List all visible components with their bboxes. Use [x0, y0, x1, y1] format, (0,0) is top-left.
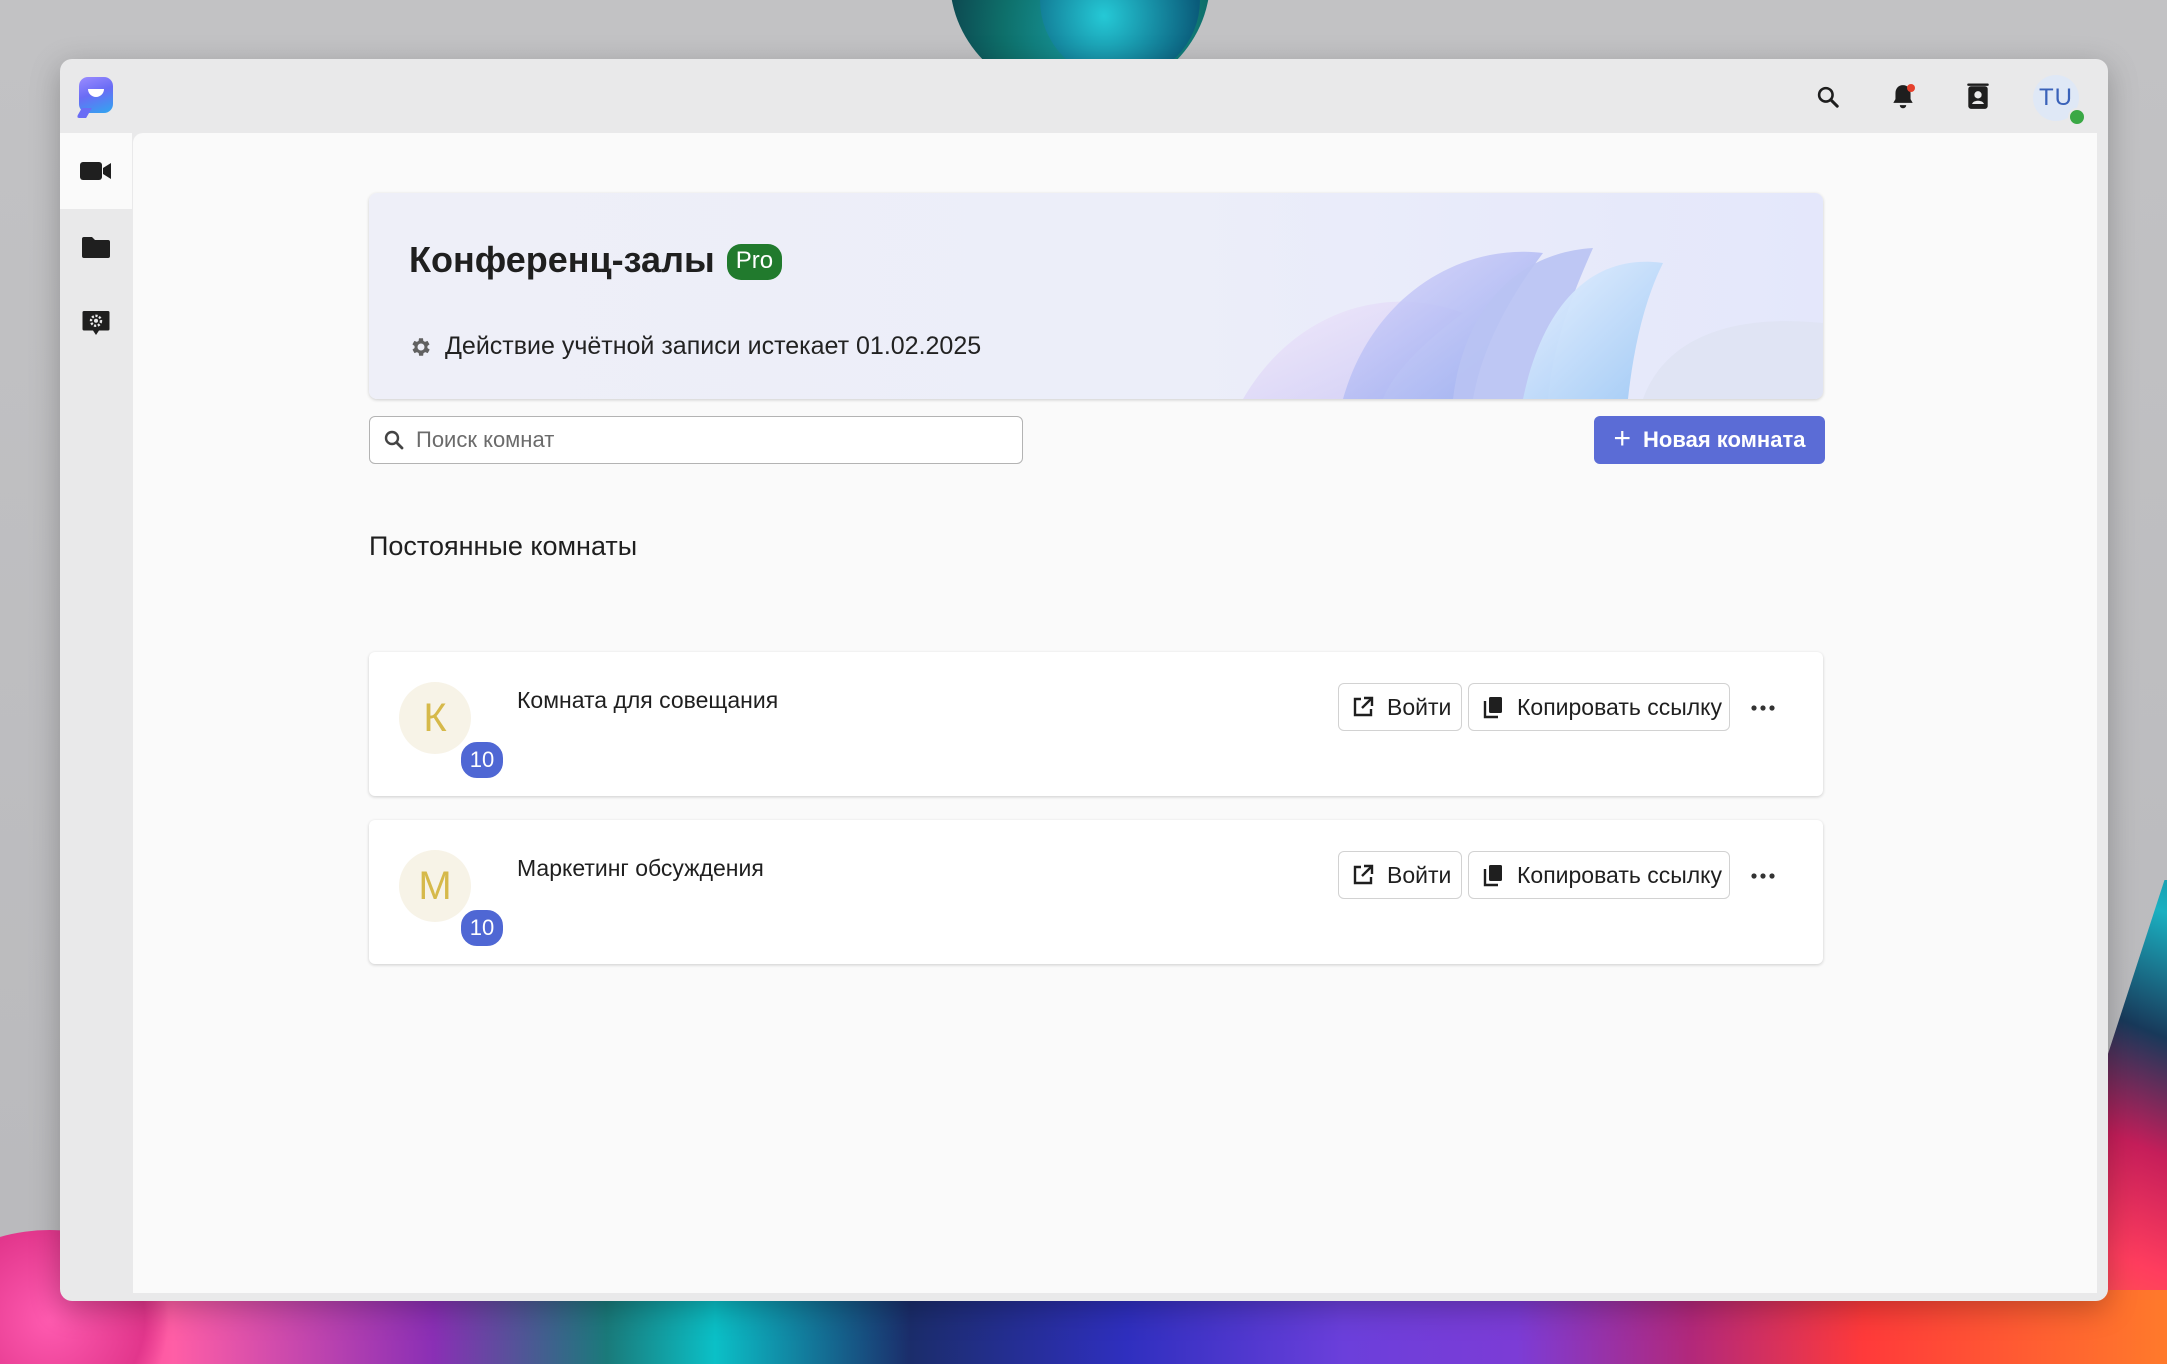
page-title: Конференц-залы Pro: [409, 239, 783, 281]
section-title: Постоянные комнаты: [369, 531, 638, 561]
room-initial: М: [418, 863, 452, 908]
new-room-label: Новая комната: [1643, 427, 1806, 452]
folder-icon: [82, 237, 110, 258]
copy-link-button[interactable]: Копировать ссылку: [1468, 683, 1730, 731]
enter-room-button[interactable]: Войти: [1338, 683, 1462, 731]
room-card: М 10 Маркетинг обсуждения Войти Копирова…: [369, 820, 1823, 964]
open-external-icon: [1353, 696, 1374, 717]
search-icon: [1817, 86, 1839, 108]
copy-label: Копировать ссылку: [1517, 861, 1723, 888]
sidebar: [60, 133, 132, 1301]
copy-icon: [1483, 865, 1502, 887]
main-content: Конференц-залы Pro Действие учётной запис…: [133, 133, 2097, 1293]
notifications-button[interactable]: [1883, 77, 1923, 117]
enter-label: Войти: [1387, 861, 1452, 888]
more-options-button[interactable]: [1741, 854, 1785, 898]
new-room-button[interactable]: + Новая комната: [1594, 416, 1825, 464]
page-title-text: Конференц-залы: [409, 239, 715, 280]
conference-banner: Конференц-залы Pro Действие учётной запис…: [369, 193, 1823, 399]
gear-icon: [412, 337, 430, 356]
copy-icon: [1483, 697, 1502, 719]
app-window: TU Конференц-залы Pro Действие учётной з…: [60, 59, 2108, 1301]
room-initial: К: [423, 695, 447, 740]
user-initials: TU: [2039, 84, 2073, 111]
search-icon: [384, 430, 404, 450]
room-card: К 10 Комната для совещания Войти Копиров…: [369, 652, 1823, 796]
room-name: Комната для совещания: [517, 687, 779, 713]
more-options-button[interactable]: [1741, 686, 1785, 730]
copy-label: Копировать ссылку: [1517, 693, 1723, 720]
enter-room-button[interactable]: Войти: [1338, 851, 1462, 899]
wallpaper-shape: [0, 1290, 2167, 1364]
enter-label: Войти: [1387, 693, 1452, 720]
contacts-button[interactable]: [1958, 77, 1998, 117]
user-avatar[interactable]: TU: [2033, 75, 2086, 126]
participant-count-badge: 10: [459, 908, 505, 948]
more-horizontal-icon: [1751, 873, 1775, 879]
settings-chat-icon: [82, 311, 110, 335]
search-button[interactable]: [1808, 77, 1848, 117]
room-avatar: М: [399, 850, 471, 922]
banner-decoration: [1243, 248, 1823, 399]
more-horizontal-icon: [1751, 705, 1775, 711]
room-avatar: К: [399, 682, 471, 754]
online-status-indicator: [2068, 108, 2086, 126]
copy-link-button[interactable]: Копировать ссылку: [1468, 851, 1730, 899]
notification-dot: [1907, 84, 1915, 92]
room-name: Маркетинг обсуждения: [517, 855, 764, 881]
video-camera-icon: [80, 162, 111, 180]
sidebar-item-chat-settings[interactable]: [60, 285, 132, 361]
account-expiry: Действие учётной записи истекает 01.02.2…: [409, 332, 981, 361]
sidebar-item-conferences[interactable]: [60, 133, 132, 209]
search-input[interactable]: [414, 426, 998, 454]
sidebar-item-files[interactable]: [60, 209, 132, 285]
contacts-icon: [1967, 83, 1989, 109]
open-external-icon: [1353, 864, 1374, 885]
plus-icon: +: [1613, 421, 1632, 455]
room-search[interactable]: [369, 416, 1023, 464]
title-bar: TU: [60, 59, 2108, 133]
expiry-text: Действие учётной записи истекает 01.02.2…: [445, 332, 982, 360]
pro-badge: Pro: [726, 244, 783, 280]
app-logo-icon[interactable]: [79, 77, 113, 113]
participant-count-badge: 10: [459, 740, 505, 780]
